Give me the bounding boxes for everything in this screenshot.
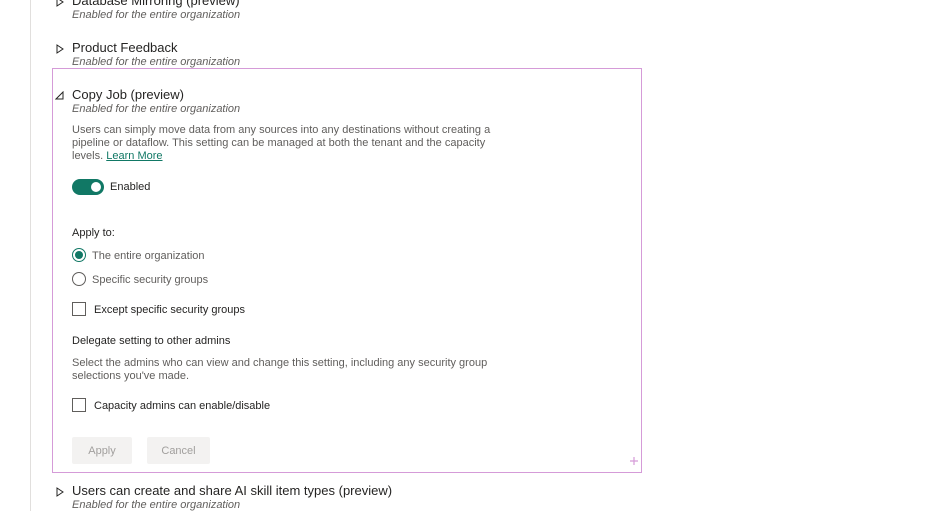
- left-navigation-rail: [0, 0, 31, 511]
- setting-status: Enabled for the entire organization: [72, 56, 241, 68]
- resize-plus-icon: [630, 457, 638, 465]
- setting-status: Enabled for the entire organization: [72, 499, 241, 511]
- apply-to-label: Apply to:: [72, 227, 115, 239]
- capacity-admins-label: Capacity admins can enable/disable: [94, 400, 271, 412]
- except-groups-checkbox[interactable]: [72, 302, 86, 316]
- chevron-down-icon[interactable]: [55, 91, 65, 101]
- cancel-button[interactable]: Cancel: [147, 437, 210, 464]
- radio-dot: [75, 251, 83, 259]
- setting-status: Enabled for the entire organization: [72, 103, 241, 115]
- setting-title: Product Feedback: [72, 40, 178, 55]
- radio-label-entire-organization: The entire organization: [92, 250, 205, 262]
- capacity-admins-checkbox[interactable]: [72, 398, 86, 412]
- delegate-description: Select the admins who can view and chang…: [72, 357, 488, 382]
- setting-title: Database Mirroring (preview): [72, 0, 240, 8]
- learn-more-link[interactable]: Learn More: [106, 150, 162, 162]
- setting-status: Enabled for the entire organization: [72, 9, 241, 21]
- apply-button[interactable]: Apply: [72, 437, 132, 464]
- chevron-right-icon[interactable]: [55, 44, 65, 54]
- toggle-knob: [91, 182, 101, 192]
- chevron-right-icon[interactable]: [55, 487, 65, 497]
- enabled-toggle[interactable]: [72, 179, 104, 195]
- copy-job-description: Users can simply move data from any sour…: [72, 124, 492, 163]
- radio-entire-organization[interactable]: [72, 248, 86, 262]
- setting-title: Copy Job (preview): [72, 87, 184, 102]
- toggle-label: Enabled: [110, 181, 151, 193]
- setting-title: Users can create and share AI skill item…: [72, 483, 393, 498]
- chevron-right-icon[interactable]: [55, 0, 65, 7]
- radio-label-specific-groups: Specific security groups: [92, 274, 209, 286]
- delegate-heading: Delegate setting to other admins: [72, 335, 231, 347]
- except-groups-label: Except specific security groups: [94, 304, 246, 316]
- radio-specific-security-groups[interactable]: [72, 272, 86, 286]
